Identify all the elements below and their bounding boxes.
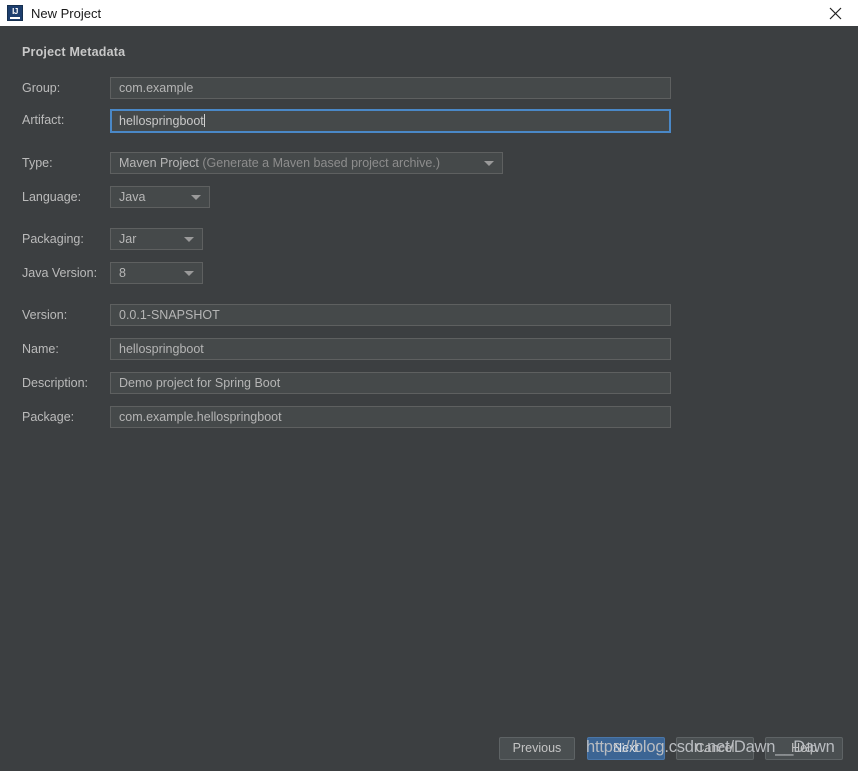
java-version-dropdown[interactable]: 8 bbox=[110, 262, 203, 284]
label-group: Group: bbox=[22, 81, 61, 95]
type-dropdown[interactable]: Maven Project (Generate a Maven based pr… bbox=[110, 152, 503, 174]
label-package: Package: bbox=[22, 410, 75, 424]
chevron-down-icon bbox=[191, 195, 201, 200]
description-input[interactable]: Demo project for Spring Boot bbox=[110, 372, 671, 394]
close-icon bbox=[829, 7, 842, 19]
version-input[interactable]: 0.0.1-SNAPSHOT bbox=[110, 304, 671, 326]
artifact-input[interactable]: hellospringboot bbox=[110, 109, 671, 133]
name-input[interactable]: hellospringboot bbox=[110, 338, 671, 360]
artifact-input-value: hellospringboot bbox=[119, 114, 204, 128]
chevron-down-icon bbox=[184, 237, 194, 242]
ij-logo-text: IJ bbox=[12, 6, 18, 16]
java-version-dropdown-value: 8 bbox=[119, 266, 126, 280]
label-name: Name: bbox=[22, 342, 59, 356]
chevron-down-icon bbox=[184, 271, 194, 276]
label-artifact: Artifact: bbox=[22, 113, 65, 127]
chevron-down-icon bbox=[484, 161, 494, 166]
packaging-dropdown[interactable]: Jar bbox=[110, 228, 203, 250]
label-packaging: Packaging: bbox=[22, 232, 84, 246]
section-title-project-metadata: Project Metadata bbox=[22, 45, 126, 59]
package-input[interactable]: com.example.hellospringboot bbox=[110, 406, 671, 428]
cancel-button[interactable]: Cancel bbox=[676, 737, 754, 760]
language-dropdown[interactable]: Java bbox=[110, 186, 210, 208]
label-java-version: Java Version: bbox=[22, 266, 98, 280]
dialog-content-panel: Project Metadata Group: com.example Arti… bbox=[0, 26, 858, 771]
help-button[interactable]: Help bbox=[765, 737, 843, 760]
packaging-dropdown-value: Jar bbox=[119, 232, 137, 246]
label-version: Version: bbox=[22, 308, 68, 322]
language-dropdown-value: Java bbox=[119, 190, 146, 204]
type-dropdown-hint: (Generate a Maven based project archive.… bbox=[202, 156, 441, 170]
group-input[interactable]: com.example bbox=[110, 77, 671, 99]
window-titlebar: IJ New Project bbox=[0, 0, 858, 27]
label-description: Description: bbox=[22, 376, 88, 390]
close-button[interactable] bbox=[813, 0, 858, 26]
ij-logo-bar bbox=[10, 16, 20, 19]
type-dropdown-value: Maven Project bbox=[119, 156, 199, 170]
next-button[interactable]: Next bbox=[587, 737, 665, 760]
label-language: Language: bbox=[22, 190, 82, 204]
label-type: Type: bbox=[22, 156, 53, 170]
intellij-idea-logo-icon: IJ bbox=[7, 5, 23, 21]
previous-button[interactable]: Previous bbox=[499, 737, 575, 760]
window-title: New Project bbox=[31, 5, 102, 21]
text-caret bbox=[203, 114, 205, 127]
